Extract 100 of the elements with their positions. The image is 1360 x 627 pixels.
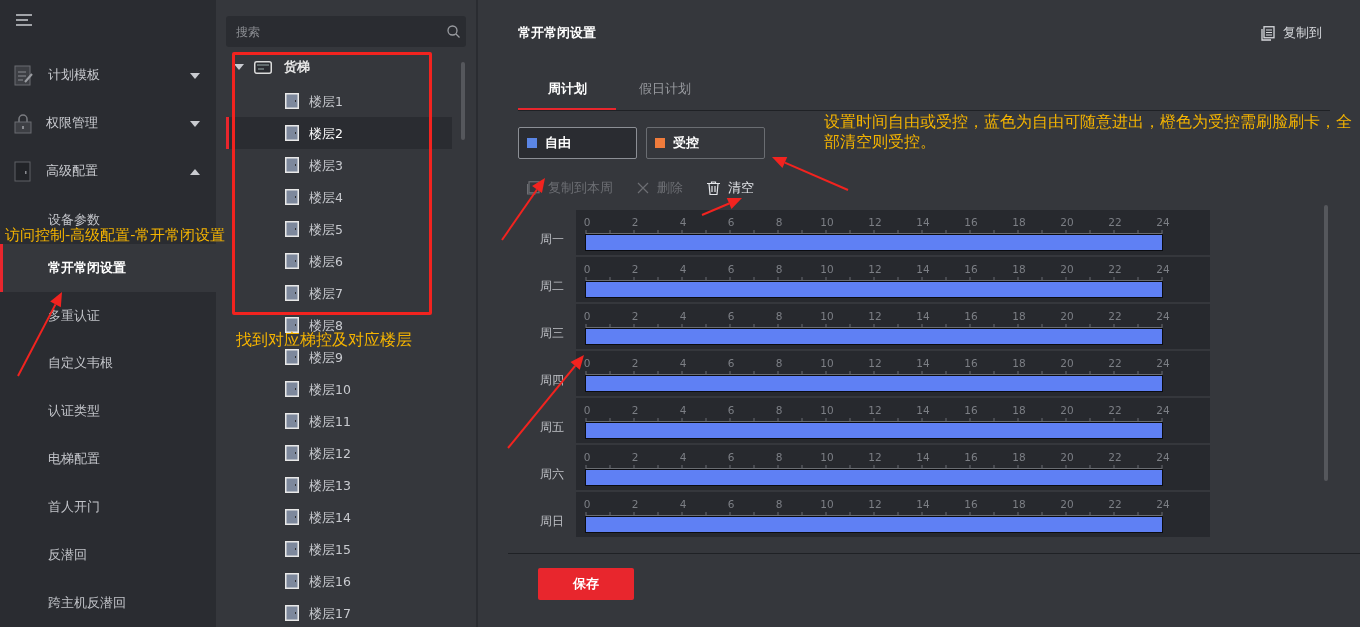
tree-node-label[interactable]: 货梯 (284, 58, 310, 76)
hour-label: 8 (775, 310, 783, 322)
sidebar-item[interactable]: 认证类型 (48, 403, 100, 420)
hour-label: 12 (868, 498, 882, 510)
hour-label: 8 (775, 357, 783, 369)
hour-label: 18 (1012, 216, 1026, 228)
tree-item[interactable]: 楼层15 (309, 541, 351, 557)
schedule-bar[interactable] (585, 469, 1163, 486)
sidebar-item[interactable]: 首人开门 (48, 499, 100, 516)
door-icon (285, 157, 299, 173)
hour-label: 4 (679, 357, 687, 369)
hour-label: 10 (820, 404, 834, 416)
hour-label: 18 (1012, 498, 1026, 510)
sidebar-item[interactable]: 电梯配置 (48, 451, 100, 468)
door-icon (14, 160, 32, 183)
sidebar-item[interactable]: 常开常闭设置 (48, 259, 126, 276)
tree-item[interactable]: 楼层9 (309, 349, 343, 365)
hour-label: 20 (1060, 451, 1074, 463)
hour-label: 0 (583, 263, 591, 275)
copy-to-button[interactable]: 复制到 (1261, 24, 1322, 42)
schedule-bar[interactable] (585, 234, 1163, 251)
tree-item[interactable]: 楼层14 (309, 509, 351, 525)
sidebar-group[interactable]: 权限管理 (0, 99, 216, 148)
tree-item[interactable]: 楼层12 (309, 445, 351, 461)
hour-label: 20 (1060, 216, 1074, 228)
tree-item[interactable]: 楼层10 (309, 381, 351, 397)
hour-label: 18 (1012, 451, 1026, 463)
sidebar-item[interactable]: 反潜回 (48, 547, 87, 564)
hour-label: 22 (1108, 451, 1122, 463)
caret-icon (190, 120, 200, 127)
caret-icon (190, 72, 200, 79)
tree-item[interactable]: 楼层5 (309, 221, 343, 237)
hour-label: 16 (964, 263, 978, 275)
copy-icon (1261, 25, 1275, 41)
day-label: 周一 (539, 231, 565, 248)
mode-button[interactable]: 自由 (518, 127, 637, 159)
toolbar-action[interactable]: 清空 (707, 177, 754, 199)
hour-label: 12 (868, 404, 882, 416)
hour-label: 4 (679, 216, 687, 228)
hour-label: 4 (679, 310, 687, 322)
annotation-text: 找到对应梯控及对应楼层 (236, 331, 412, 349)
tree-item[interactable]: 楼层4 (309, 189, 343, 205)
save-button[interactable]: 保存 (538, 568, 634, 600)
hour-label: 2 (631, 263, 639, 275)
hour-label: 4 (679, 451, 687, 463)
sidebar-item[interactable]: 自定义韦根 (48, 355, 113, 372)
hour-label: 14 (916, 216, 930, 228)
schedule-bar[interactable] (585, 375, 1163, 392)
hour-label: 6 (727, 310, 735, 322)
door-icon (285, 413, 299, 429)
tree-item[interactable]: 楼层6 (309, 253, 343, 269)
hour-label: 2 (631, 216, 639, 228)
tree-item[interactable]: 楼层8 (309, 317, 343, 333)
tab[interactable]: 周计划 (518, 78, 616, 110)
door-icon (285, 605, 299, 621)
mode-button[interactable]: 受控 (646, 127, 765, 159)
door-icon (285, 317, 299, 333)
tree-item[interactable]: 楼层16 (309, 573, 351, 589)
hour-label: 0 (583, 404, 591, 416)
expand-caret-icon[interactable] (234, 64, 244, 70)
hour-label: 18 (1012, 404, 1026, 416)
tab[interactable]: 假日计划 (616, 78, 714, 110)
hour-label: 24 (1156, 216, 1170, 228)
schedule-bar[interactable] (585, 328, 1163, 345)
hour-label: 2 (631, 310, 639, 322)
schedule-bar[interactable] (585, 516, 1163, 533)
hour-label: 6 (727, 451, 735, 463)
sidebar-group[interactable]: 计划模板 (0, 52, 216, 100)
schedule-bar[interactable] (585, 281, 1163, 298)
hour-label: 12 (868, 357, 882, 369)
sidebar-group[interactable]: 高级配置 (0, 147, 216, 196)
hour-label: 24 (1156, 451, 1170, 463)
sidebar-item[interactable]: 跨主机反潜回 (48, 595, 126, 612)
hour-label: 12 (868, 451, 882, 463)
hour-label: 14 (916, 498, 930, 510)
hour-label: 16 (964, 216, 978, 228)
hour-label: 8 (775, 498, 783, 510)
hour-label: 4 (679, 263, 687, 275)
tree-item[interactable]: 楼层17 (309, 605, 351, 621)
hour-label: 10 (820, 498, 834, 510)
door-icon (285, 381, 299, 397)
tree-item[interactable]: 楼层1 (309, 93, 343, 109)
tree-item[interactable]: 楼层2 (309, 125, 343, 141)
schedule-bar[interactable] (585, 422, 1163, 439)
hour-label: 12 (868, 310, 882, 322)
hour-label: 18 (1012, 310, 1026, 322)
lock-icon (14, 113, 32, 134)
tree-item[interactable]: 楼层11 (309, 413, 351, 429)
copy-icon (527, 181, 540, 195)
annotation-text: 设置时间自由或受控，蓝色为自由可随意进出，橙色为受控需刷脸刷卡，全部清空则受控。 (824, 112, 1353, 152)
hour-label: 24 (1156, 310, 1170, 322)
tree-item[interactable]: 楼层13 (309, 477, 351, 493)
tree-item[interactable]: 楼层3 (309, 157, 343, 173)
sidebar-item[interactable]: 设备参数 (48, 211, 100, 228)
tree-item[interactable]: 楼层7 (309, 285, 343, 301)
hour-label: 10 (820, 451, 834, 463)
search-field[interactable]: 搜索 (226, 16, 466, 47)
hour-label: 8 (775, 451, 783, 463)
hour-label: 22 (1108, 216, 1122, 228)
hour-label: 24 (1156, 263, 1170, 275)
